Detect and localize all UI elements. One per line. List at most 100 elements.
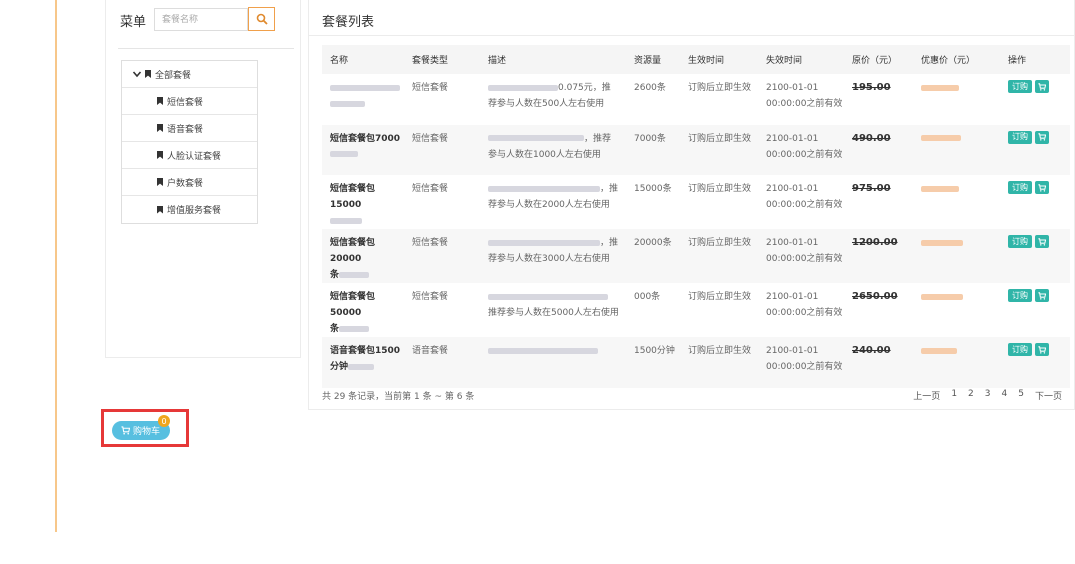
operations: 订购 (1000, 74, 1070, 125)
order-button[interactable]: 订购 (1008, 80, 1032, 93)
package-type: 短信套餐 (404, 74, 480, 125)
package-name (322, 74, 404, 125)
expiry-time: 2100-01-01 00:00:00之前有效 (758, 124, 844, 175)
package-name: 短信套餐包20000 条 (322, 229, 404, 283)
add-to-cart-button[interactable] (1035, 80, 1049, 93)
redacted-text (348, 363, 375, 370)
effective-time: 订购后立即生效 (680, 175, 758, 229)
cart-icon (121, 426, 130, 435)
pager-item[interactable]: 下一页 (1035, 389, 1062, 402)
cart-icon (1038, 133, 1046, 141)
tree-item-label: 户数套餐 (167, 178, 204, 189)
operations: 订购 (1000, 124, 1070, 175)
package-name: 语音套餐包1500 分钟 (322, 337, 404, 388)
pager-item[interactable]: 4 (1002, 389, 1008, 402)
record-count-text: 共 29 条记录，当前第 1 条 ~ 第 6 条 (322, 392, 475, 402)
order-button[interactable]: 订购 (1008, 181, 1032, 194)
tree-item[interactable]: 全部套餐 (122, 61, 257, 88)
package-category-tree: 全部套餐短信套餐语音套餐人脸认证套餐户数套餐增值服务套餐 (121, 60, 258, 224)
pager-item[interactable]: 3 (985, 389, 991, 402)
discount-price (913, 283, 1000, 337)
package-type: 短信套餐 (404, 283, 480, 337)
effective-time: 订购后立即生效 (680, 283, 758, 337)
package-name: 短信套餐包50000 条 (322, 283, 404, 337)
cart-icon (1038, 82, 1046, 91)
order-button[interactable]: 订购 (1008, 289, 1032, 302)
chevron-down-icon (132, 71, 142, 78)
package-description: 推荐参与人数在5000人左右使用 (480, 283, 626, 337)
tree-item[interactable]: 语音套餐 (122, 115, 257, 142)
redacted-text (921, 84, 959, 91)
effective-time: 订购后立即生效 (680, 74, 758, 125)
order-button[interactable]: 订购 (1008, 130, 1032, 144)
pager-item[interactable]: 2 (968, 389, 974, 402)
original-price: 490.00 (844, 124, 913, 175)
cart-label: 购物车 (133, 427, 161, 437)
table-row: 短信套餐包15000 短信套餐 ，推 荐参与人数在2000人左右使用 15000条 订购后… (322, 175, 1070, 229)
package-description: 0.075元，推 荐参与人数在500人左右使用 (480, 74, 626, 125)
tree-item[interactable]: 增值服务套餐 (122, 196, 257, 223)
bookmark-icon (157, 97, 163, 105)
table-row: 短信套餐 0.075元，推 荐参与人数在500人左右使用 2600条 订购后立即生效 21… (322, 74, 1070, 125)
expiry-time: 2100-01-01 00:00:00之前有效 (758, 74, 844, 125)
add-to-cart-button[interactable] (1035, 181, 1049, 194)
redacted-text (488, 185, 600, 192)
tree-item-label: 语音套餐 (167, 124, 204, 135)
column-header: 原价（元） (844, 45, 913, 74)
tree-item[interactable]: 短信套餐 (122, 88, 257, 115)
operations: 订购 (1000, 229, 1070, 283)
package-search-input[interactable] (154, 8, 248, 31)
redacted-text (921, 293, 963, 300)
order-button[interactable]: 订购 (1008, 235, 1032, 248)
add-to-cart-button[interactable] (1035, 289, 1049, 302)
add-to-cart-button[interactable] (1035, 235, 1049, 248)
expiry-time: 2100-01-01 00:00:00之前有效 (758, 283, 844, 337)
expiry-time: 2100-01-01 00:00:00之前有效 (758, 175, 844, 229)
cart-icon (1038, 237, 1046, 246)
resource-amount: 15000条 (626, 175, 680, 229)
redacted-text (330, 151, 358, 157)
effective-time: 订购后立即生效 (680, 124, 758, 175)
discount-price (913, 337, 1000, 388)
operations: 订购 (1000, 175, 1070, 229)
column-header: 操作 (1000, 45, 1070, 74)
redacted-text (330, 84, 400, 91)
package-type: 短信套餐 (404, 229, 480, 283)
effective-time: 订购后立即生效 (680, 337, 758, 388)
cart-icon (1038, 345, 1046, 354)
pager-item[interactable]: 上一页 (913, 389, 940, 402)
column-header: 优惠价（元） (913, 45, 1000, 74)
tree-item[interactable]: 户数套餐 (122, 169, 257, 196)
redacted-text (488, 239, 600, 246)
order-button[interactable]: 订购 (1008, 343, 1032, 356)
redacted-text (921, 185, 959, 192)
original-price: 1200.00 (844, 229, 913, 283)
pager-item[interactable]: 1 (951, 389, 957, 402)
table-row: 短信套餐包7000 短信套餐 ，推荐 参与人数在1000人左右使用 7000条 订购后立即… (322, 124, 1070, 175)
redacted-text (330, 100, 365, 107)
redacted-text (921, 347, 957, 354)
discount-price (913, 175, 1000, 229)
tree-item-label: 增值服务套餐 (167, 206, 222, 216)
discount-price (913, 124, 1000, 175)
add-to-cart-button[interactable] (1035, 130, 1049, 144)
redacted-text (339, 325, 370, 332)
cart-count-badge: 0 (158, 415, 170, 427)
bookmark-icon (157, 205, 163, 214)
discount-price (913, 74, 1000, 125)
pager-item[interactable]: 5 (1018, 389, 1024, 402)
divider (118, 48, 294, 49)
package-type: 短信套餐 (404, 124, 480, 175)
tree-item[interactable]: 人脸认证套餐 (122, 142, 257, 169)
add-to-cart-button[interactable] (1035, 343, 1049, 356)
redacted-text (921, 239, 963, 246)
original-price: 240.00 (844, 337, 913, 388)
tree-item-label: 短信套餐 (167, 97, 204, 108)
package-description: ，推 荐参与人数在3000人左右使用 (480, 229, 626, 283)
redacted-text (339, 271, 370, 278)
column-header: 套餐类型 (404, 45, 480, 74)
discount-price (913, 229, 1000, 283)
redacted-text (330, 217, 362, 224)
bookmark-icon (157, 178, 163, 186)
search-button[interactable] (248, 7, 275, 31)
